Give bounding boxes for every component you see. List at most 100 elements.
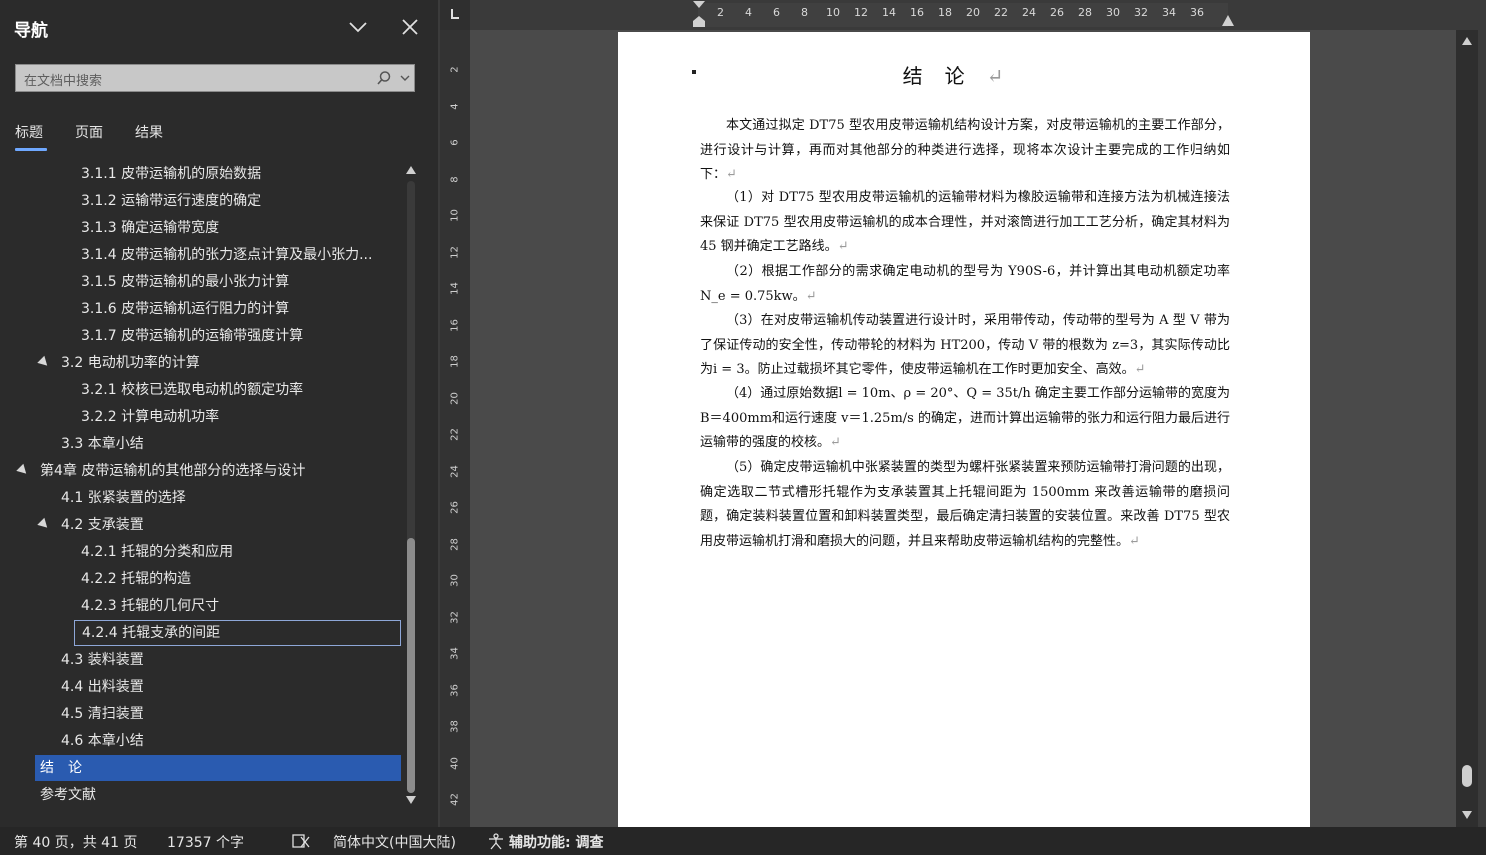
nav-heading-item[interactable]: 4.6 本章小结 <box>61 728 395 754</box>
nav-heading-item[interactable]: 3.1.1 皮带运输机的原始数据 <box>81 161 395 187</box>
paragraph-mark: ↵ <box>830 435 841 450</box>
ruler-number: 40 <box>449 756 461 770</box>
scroll-up-arrow-icon[interactable] <box>1461 36 1473 46</box>
expand-toggle-icon[interactable] <box>37 355 51 370</box>
paragraph-text: （1）对 DT75 型农用皮带运输机的运输带材料为橡胶运输带和连接方法为机械连接… <box>700 190 1230 254</box>
ruler-number: 12 <box>854 6 868 19</box>
ruler-number: 36 <box>1190 6 1204 19</box>
nav-heading-item[interactable]: 3.1.5 皮带运输机的最小张力计算 <box>81 269 395 295</box>
ruler-number: 4 <box>449 102 461 110</box>
nav-heading-item[interactable]: 4.5 清扫装置 <box>61 701 395 727</box>
body-paragraph[interactable]: （4）通过原始数据l = 10m、ρ = 20°、Q = 35t/h 确定主要工… <box>700 382 1230 456</box>
expand-toggle-icon[interactable] <box>16 463 30 478</box>
nav-heading-item[interactable]: 4.2.3 托辊的几何尺寸 <box>81 593 395 619</box>
ruler-number: 2 <box>717 6 724 19</box>
scroll-down-arrow-icon[interactable] <box>405 795 417 805</box>
body-paragraph[interactable]: （5）确定皮带运输机中张紧装置的类型为螺杆张紧装置来预防运输带打滑问题的出现，确… <box>700 456 1230 554</box>
ruler-number: 20 <box>966 6 980 19</box>
scroll-thumb[interactable] <box>407 538 415 793</box>
ruler-number: 26 <box>1050 6 1064 19</box>
ruler-number: 22 <box>449 428 461 441</box>
ruler-number: 10 <box>826 6 840 19</box>
ruler-number: 2 <box>449 66 461 73</box>
ruler-number: 38 <box>449 720 461 733</box>
nav-heading-item[interactable]: 4.4 出料装置 <box>61 674 395 700</box>
body-paragraph[interactable]: （1）对 DT75 型农用皮带运输机的运输带材料为橡胶运输带和连接方法为机械连接… <box>700 186 1230 260</box>
left-tab-stop-icon <box>451 9 459 19</box>
scroll-thumb[interactable] <box>1462 765 1472 787</box>
search-input[interactable]: 在文档中搜索 <box>15 64 415 92</box>
right-indent-marker-icon[interactable] <box>1221 12 1235 28</box>
nav-heading-item[interactable]: 4.2.1 托辊的分类和应用 <box>81 539 395 565</box>
vertical-ruler[interactable]: 2 4 6 8 10 12 14 16 18 20 22 24 26 28 30 32 34 36 38 40 42 <box>440 30 470 827</box>
page-count[interactable]: 第 40 页，共 41 页 <box>14 832 137 852</box>
ruler-number: 34 <box>1162 6 1176 19</box>
nav-heading-item[interactable]: 3.1.4 皮带运输机的张力逐点计算及最小张力... <box>81 242 395 268</box>
body-paragraph[interactable]: 本文通过拟定 DT75 型农用皮带运输机结构设计方案，对皮带运输机的主要工作部分… <box>700 114 1230 188</box>
nav-heading-item[interactable]: 4.2.4 托辊支承的间距 <box>74 620 401 646</box>
nav-heading-item[interactable]: 参考文献 <box>40 782 395 808</box>
search-placeholder: 在文档中搜索 <box>24 74 103 89</box>
nav-heading-item[interactable]: 3.1.2 运输带运行速度的确定 <box>81 188 395 214</box>
nav-heading-item[interactable]: 3.1.7 皮带运输机的运输带强度计算 <box>81 323 395 349</box>
word-count[interactable]: 17357 个字 <box>167 832 244 852</box>
tab-pages[interactable]: 页面 <box>75 122 103 142</box>
document-page[interactable]: 结论↵ 本文通过拟定 DT75 型农用皮带运输机结构设计方案，对皮带运输机的主要… <box>618 32 1310 832</box>
horizontal-ruler[interactable]: 2 4 6 8 10 12 14 16 18 20 22 24 26 28 30 32 34 36 <box>470 0 1480 30</box>
body-paragraph[interactable]: （2）根据工作部分的需求确定电动机的型号为 Y90S-6，并计算出其电动机额定功… <box>700 260 1230 309</box>
navigation-pane: 导航 在文档中搜索 标题 页面 结果 3.1.1 皮带运输机的原始数据 3.1.2… <box>0 0 438 827</box>
page-title[interactable]: 结论↵ <box>618 60 1310 89</box>
paragraph-text: （5）确定皮带运输机中张紧装置的类型为螺杆张紧装置来预防运输带打滑问题的出现，确… <box>700 460 1230 549</box>
nav-scrollbar[interactable] <box>403 163 419 808</box>
ruler-number: 6 <box>773 6 780 19</box>
ruler-number: 34 <box>449 647 461 660</box>
paragraph-text: 本文通过拟定 DT75 型农用皮带运输机结构设计方案，对皮带运输机的主要工作部分… <box>700 118 1230 182</box>
nav-heading-item[interactable]: 结 论 <box>35 755 401 781</box>
nav-heading-item[interactable]: 3.1.6 皮带运输机运行阻力的计算 <box>81 296 395 322</box>
nav-heading-item[interactable]: 3.2 电动机功率的计算 <box>61 350 395 376</box>
nav-heading-item[interactable]: 3.2.2 计算电动机功率 <box>81 404 395 430</box>
language-indicator[interactable]: 简体中文(中国大陆) <box>333 832 456 852</box>
paragraph-mark: ↵ <box>837 239 849 254</box>
expand-toggle-icon[interactable] <box>37 517 51 532</box>
nav-heading-item[interactable]: 4.1 张紧装置的选择 <box>61 485 395 511</box>
nav-heading-item[interactable]: 3.1.3 确定运输带宽度 <box>81 215 395 241</box>
ruler-number: 16 <box>910 6 924 19</box>
proofing-icon[interactable] <box>292 833 310 849</box>
nav-heading-item[interactable]: 4.2 支承装置 <box>61 512 395 538</box>
ruler-number: 28 <box>449 537 461 551</box>
nav-heading-item[interactable]: 3.2.1 校核已选取电动机的额定功率 <box>81 377 395 403</box>
ruler-number: 28 <box>1078 6 1092 19</box>
ruler-number: 8 <box>801 6 808 19</box>
accessibility-status[interactable]: 辅助功能: 调查 <box>509 832 603 852</box>
scroll-down-arrow-icon[interactable] <box>1461 810 1473 820</box>
tab-headings[interactable]: 标题 <box>15 122 43 142</box>
chevron-down-icon[interactable] <box>347 16 369 38</box>
paragraph-mark: ↵ <box>986 64 1026 88</box>
nav-heading-item[interactable]: 4.2.2 托辊的构造 <box>81 566 395 592</box>
tab-selector[interactable] <box>440 0 470 30</box>
document-scrollbar[interactable] <box>1456 30 1478 827</box>
paragraph-mark: ↵ <box>1134 362 1146 377</box>
scroll-up-arrow-icon[interactable] <box>405 165 417 175</box>
ruler-number: 4 <box>745 6 752 19</box>
body-paragraph[interactable]: （3）在对皮带运输机传动装置进行设计时，采用带传动，传动带的型号为 A 型 V … <box>700 309 1230 383</box>
ruler-number: 8 <box>449 175 461 183</box>
ruler-number: 30 <box>1106 6 1120 19</box>
ruler-number: 14 <box>449 282 461 295</box>
ruler-number: 24 <box>1022 6 1036 19</box>
accessibility-icon[interactable] <box>487 832 505 850</box>
left-indent-marker-icon[interactable] <box>692 0 706 30</box>
paragraph-mark: ↵ <box>1129 533 1140 549</box>
title-text: 结论 <box>902 64 987 88</box>
nav-heading-item[interactable]: 3.3 本章小结 <box>61 431 395 457</box>
ruler-number: 12 <box>449 245 461 259</box>
nav-heading-item[interactable]: 4.3 装料装置 <box>61 647 395 673</box>
close-icon[interactable] <box>399 16 421 38</box>
nav-heading-item[interactable]: 第4章 皮带运输机的其他部分的选择与设计 <box>40 458 395 484</box>
tab-results[interactable]: 结果 <box>135 122 163 142</box>
document-canvas: 结论↵ 本文通过拟定 DT75 型农用皮带运输机结构设计方案，对皮带运输机的主要… <box>470 30 1456 832</box>
nav-title: 导航 <box>14 21 48 41</box>
search-options-icon[interactable] <box>400 73 410 83</box>
search-icon[interactable] <box>376 70 392 86</box>
